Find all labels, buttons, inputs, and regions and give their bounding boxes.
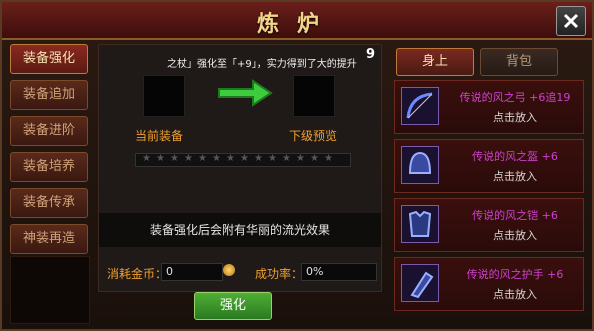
star-icon: ★: [198, 153, 207, 164]
item-name: 传说的风之弓 +6追19: [459, 91, 571, 104]
close-button[interactable]: [556, 6, 586, 36]
list-item[interactable]: 传说的风之护手 +6 点击放入: [394, 257, 584, 311]
item-name: 传说的风之盔 +6: [472, 150, 558, 163]
list-item[interactable]: 传说的风之盔 +6 点击放入: [394, 139, 584, 193]
item-hint: 点击放入: [493, 288, 537, 301]
star-icon: ★: [296, 153, 305, 164]
nav-item-reforge[interactable]: 神装再造: [10, 224, 88, 254]
coins-label: 消耗金币：: [107, 267, 168, 281]
forge-window: 炼炉 装备强化 装备追加 装备进阶 装备培养 装备传承 神装再造 之杖」强化至「…: [0, 0, 594, 331]
gold-coin-icon: [223, 264, 235, 276]
nav-empty-area: [10, 256, 90, 324]
level-badge: 9: [365, 47, 375, 62]
star-icon: ★: [282, 153, 291, 164]
next-preview-label: 下级预览: [289, 129, 338, 143]
equipment-list: 传说的风之弓 +6追19 点击放入 传说的风之盔 +6 点击放入 传说的风之铠 …: [394, 80, 584, 320]
star-icon: ★: [240, 153, 249, 164]
star-icon: ★: [324, 153, 333, 164]
nav-item-append[interactable]: 装备追加: [10, 80, 88, 110]
item-name: 传说的风之护手 +6: [466, 268, 564, 281]
coins-value: 0: [161, 263, 223, 281]
star-icon: ★: [268, 153, 277, 164]
item-hint: 点击放入: [493, 170, 537, 183]
helmet-icon: [401, 146, 439, 184]
star-icon: ★: [254, 153, 263, 164]
armor-icon: [401, 205, 439, 243]
nav-item-advance[interactable]: 装备进阶: [10, 116, 88, 146]
arrow-right-icon: [218, 79, 273, 107]
nav-item-cultivate[interactable]: 装备培养: [10, 152, 88, 182]
success-rate-label: 成功率：: [255, 267, 304, 281]
current-equipment-slot[interactable]: [143, 75, 185, 117]
star-bar: ★ ★ ★ ★ ★ ★ ★ ★ ★ ★ ★ ★ ★ ★: [135, 153, 351, 167]
tab-backpack[interactable]: 背包: [480, 48, 558, 76]
star-icon: ★: [212, 153, 221, 164]
left-nav: 装备强化 装备追加 装备进阶 装备培养 装备传承 神装再造: [10, 44, 88, 260]
list-item[interactable]: 传说的风之铠 +6 点击放入: [394, 198, 584, 252]
nav-item-inherit[interactable]: 装备传承: [10, 188, 88, 218]
nav-item-enhance[interactable]: 装备强化: [10, 44, 88, 74]
enhance-button[interactable]: 强化: [194, 292, 272, 320]
item-hint: 点击放入: [493, 111, 537, 124]
tab-equipped[interactable]: 身上: [396, 48, 474, 76]
inventory-panel: 身上 背包 传说的风之弓 +6追19 点击放入 传说的风之盔 +6 点击放入 传…: [390, 44, 586, 324]
list-item[interactable]: 传说的风之弓 +6追19 点击放入: [394, 80, 584, 134]
success-rate-value: 0%: [301, 263, 377, 281]
item-hint: 点击放入: [493, 229, 537, 242]
star-icon: ★: [226, 153, 235, 164]
bow-icon: [401, 87, 439, 125]
gauntlet-icon: [401, 264, 439, 302]
enhance-panel: 之杖」强化至「+9」，实力得到了大的提升 9 当前装备 下级预览 ★ ★ ★ ★…: [98, 44, 382, 292]
window-title: 炼炉: [256, 12, 337, 37]
star-icon: ★: [184, 153, 193, 164]
star-icon: ★: [170, 153, 179, 164]
item-name: 传说的风之铠 +6: [472, 209, 558, 222]
current-equipment-label: 当前装备: [135, 129, 184, 143]
next-level-preview-slot: [293, 75, 335, 117]
star-icon: ★: [156, 153, 165, 164]
star-icon: ★: [310, 153, 319, 164]
close-icon: [563, 13, 579, 29]
announcement-text: 之杖」强化至「+9」，实力得到了大的提升: [167, 59, 357, 70]
star-icon: ★: [142, 153, 151, 164]
title-bar: 炼炉: [2, 2, 592, 40]
effect-description: 装备强化后会附有华丽的流光效果: [99, 213, 381, 247]
